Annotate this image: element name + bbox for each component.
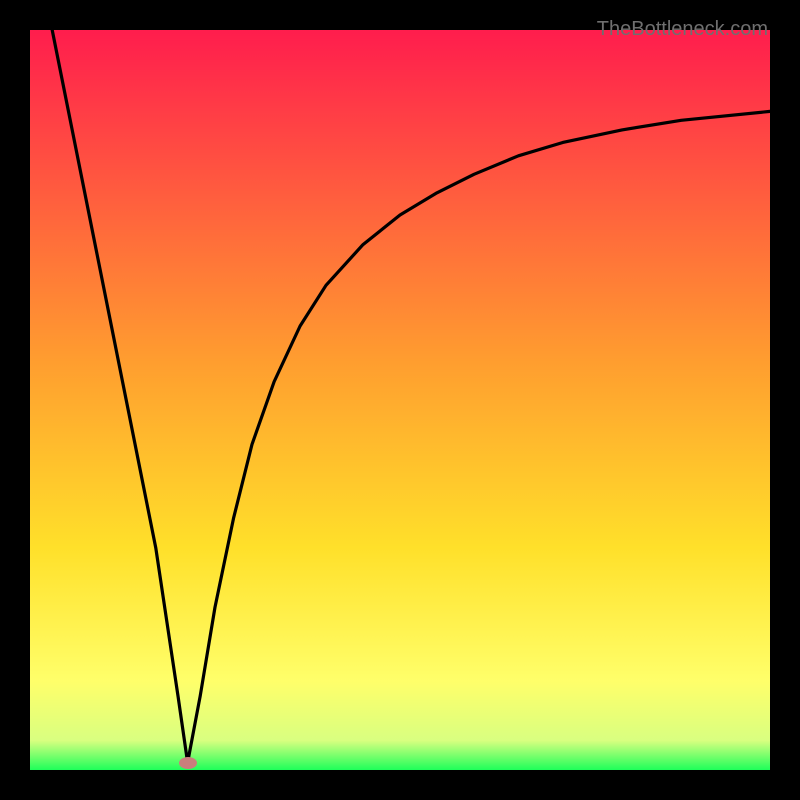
- chart-container: TheBottleneck.com: [0, 0, 800, 800]
- watermark-text: TheBottleneck.com: [597, 18, 768, 41]
- gradient-background: [30, 30, 770, 770]
- chart-svg: [30, 30, 770, 770]
- minimum-marker: [179, 757, 197, 769]
- plot-area: [30, 30, 770, 770]
